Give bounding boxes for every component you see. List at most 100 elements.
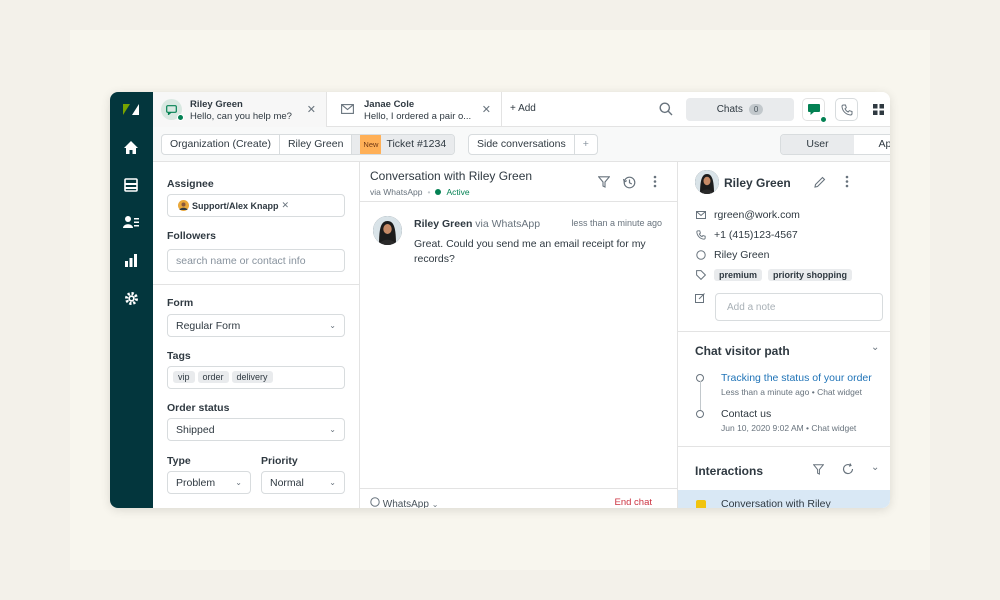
chats-label: Chats: [716, 104, 743, 115]
more-icon[interactable]: [653, 175, 657, 191]
search-icon[interactable]: [659, 102, 673, 119]
visited-page-link[interactable]: Tracking the status of your order: [721, 371, 872, 385]
chevron-down-icon[interactable]: ⌄: [871, 342, 879, 353]
side-conversations-button[interactable]: Side conversations: [469, 135, 575, 154]
add-side-conversation-button[interactable]: +: [575, 135, 597, 154]
assignee-field[interactable]: Support/Alex Knapp ✕: [167, 194, 345, 217]
apps-grid-icon[interactable]: [867, 98, 890, 121]
breadcrumb-user[interactable]: Riley Green: [280, 135, 353, 154]
divider: [678, 446, 890, 447]
filter-icon[interactable]: [812, 464, 825, 478]
interactions-title: Interactions: [695, 464, 764, 478]
tag-chip[interactable]: priority shopping: [768, 269, 853, 281]
tab-janae-cole[interactable]: Janae Cole Hello, I ordered a pair o... …: [327, 92, 502, 127]
tab-preview: Hello, I ordered a pair o...: [364, 111, 472, 122]
top-bar: Riley Green Hello, can you help me? ✕ Ja…: [153, 92, 890, 127]
assignee-avatar: [178, 200, 189, 211]
filter-icon[interactable]: [597, 176, 611, 191]
add-tab-button[interactable]: + Add: [510, 103, 536, 114]
priority-value: Normal: [270, 477, 304, 489]
visitor-path-item: Contact us Jun 10, 2020 9:02 AM • Chat w…: [721, 407, 856, 435]
active-status-dot: [435, 189, 442, 195]
ticket-fields-panel: Assignee Support/Alex Knapp ✕ Followers …: [153, 162, 360, 508]
customer-email-row: rgreen@work.com: [695, 209, 800, 221]
channel-selector[interactable]: WhatsApp ⌄: [370, 497, 438, 508]
form-value: Regular Form: [176, 320, 241, 332]
message-sender: Riley Green via WhatsApp: [414, 218, 540, 230]
channel-label: WhatsApp: [382, 499, 429, 508]
views-icon[interactable]: [122, 176, 140, 194]
customers-icon[interactable]: [122, 213, 140, 231]
chat-status-button[interactable]: [802, 98, 827, 123]
tag-chip[interactable]: vip: [173, 371, 195, 383]
priority-select[interactable]: Normal ⌄: [261, 471, 345, 494]
breadcrumb: Organization (Create) Riley Green New Ti…: [161, 134, 456, 155]
form-select[interactable]: Regular Form ⌄: [167, 314, 345, 337]
breadcrumb-ticket[interactable]: New Ticket #1234: [352, 135, 455, 154]
followers-input[interactable]: search name or contact info: [167, 249, 345, 272]
main-nav: [110, 92, 153, 508]
phone-icon[interactable]: [835, 98, 858, 121]
mail-icon: [695, 211, 706, 219]
avatar: [373, 216, 402, 245]
conversation-subtitle: via WhatsApp • Active: [370, 187, 470, 197]
ticket-header-bar: Organization (Create) Riley Green New Ti…: [153, 127, 890, 162]
admin-gear-icon[interactable]: [122, 289, 140, 307]
chevron-down-icon: ⌄: [329, 321, 336, 330]
customer-phone[interactable]: +1 (415)123-4567: [714, 229, 798, 241]
assignee-chip[interactable]: Support/Alex Knapp ✕: [178, 199, 290, 212]
tag-chip[interactable]: order: [197, 371, 229, 383]
history-icon[interactable]: [622, 176, 636, 192]
chevron-down-icon[interactable]: ⌄: [871, 462, 879, 473]
remove-icon[interactable]: ✕: [282, 200, 290, 211]
conversation-panel: Conversation with Riley Green via WhatsA…: [360, 162, 678, 508]
tag-chip[interactable]: premium: [714, 269, 763, 281]
visited-page-meta: Less than a minute ago • Chat widget: [721, 387, 862, 397]
customer-whatsapp-row: Riley Green: [695, 249, 769, 261]
type-label: Type: [167, 455, 191, 467]
customer-name: Riley Green: [724, 176, 791, 190]
tag-icon: [695, 270, 706, 280]
customer-email[interactable]: rgreen@work.com: [714, 209, 800, 221]
chevron-down-icon: ⌄: [329, 425, 336, 434]
tag-chip[interactable]: delivery: [231, 371, 273, 383]
whatsapp-icon: [695, 250, 706, 260]
chevron-down-icon: ⌄: [431, 500, 439, 508]
tags-field[interactable]: vip order delivery: [167, 366, 345, 389]
divider: [678, 331, 890, 332]
form-label: Form: [167, 297, 194, 309]
edit-icon[interactable]: [814, 176, 826, 191]
reporting-icon[interactable]: [122, 251, 140, 269]
add-note-input[interactable]: Add a note: [715, 293, 883, 321]
online-status-dot: [820, 116, 827, 123]
type-select[interactable]: Problem ⌄: [167, 471, 251, 494]
tags-label: Tags: [167, 350, 191, 362]
customer-whatsapp: Riley Green: [714, 249, 770, 261]
chats-button[interactable]: Chats 0: [686, 98, 794, 121]
tab-riley-green[interactable]: Riley Green Hello, can you help me? ✕: [153, 92, 327, 127]
interaction-item[interactable]: Conversation with Riley: [678, 490, 890, 508]
mail-icon: [341, 104, 354, 117]
order-status-select[interactable]: Shipped ⌄: [167, 418, 345, 441]
customer-context-panel: Riley Green rgreen@work.com +1 (415)123-…: [678, 162, 890, 508]
tab-user[interactable]: User: [781, 135, 854, 154]
online-status-dot: [177, 114, 184, 121]
close-icon[interactable]: ✕: [307, 103, 316, 116]
breadcrumb-organization[interactable]: Organization (Create): [162, 135, 280, 154]
visited-page-title: Contact us: [721, 408, 772, 420]
message-channel: via WhatsApp: [475, 218, 541, 230]
home-icon[interactable]: [122, 138, 140, 156]
close-icon[interactable]: ✕: [482, 103, 491, 116]
tab-apps[interactable]: Apps: [854, 135, 890, 154]
divider: [153, 284, 359, 285]
message-text: Great. Could you send me an email receip…: [414, 238, 646, 265]
interaction-title: Conversation with Riley: [721, 498, 831, 508]
chevron-down-icon: ⌄: [235, 478, 242, 487]
more-icon[interactable]: [845, 175, 849, 191]
path-dot: [696, 410, 704, 418]
zendesk-logo[interactable]: [121, 101, 141, 118]
chevron-down-icon: ⌄: [329, 478, 336, 487]
type-value: Problem: [176, 477, 216, 489]
refresh-icon[interactable]: [842, 463, 854, 478]
end-chat-button[interactable]: End chat: [615, 497, 653, 508]
